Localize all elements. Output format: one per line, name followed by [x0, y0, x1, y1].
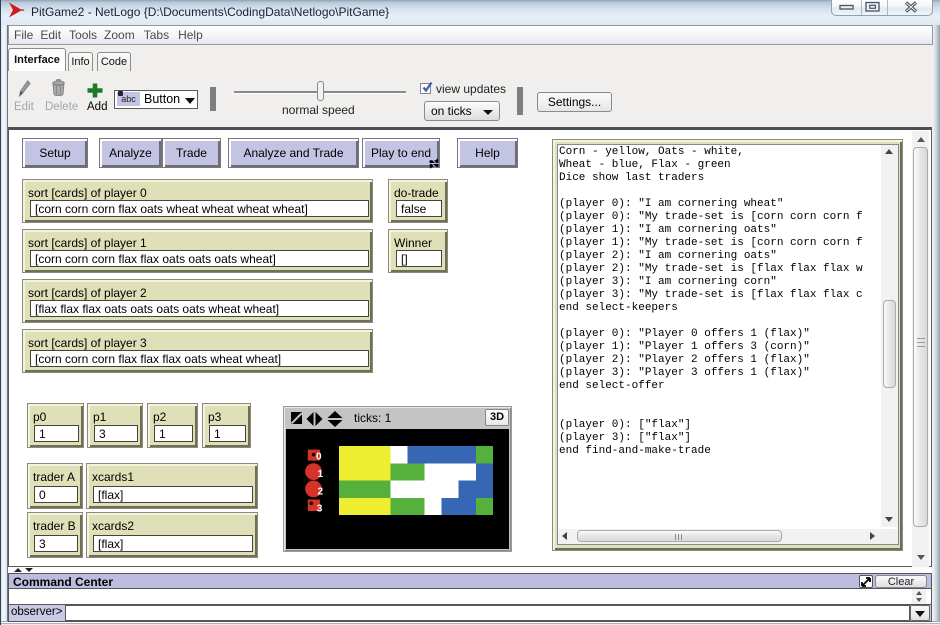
svg-text:0: 0 — [316, 452, 322, 463]
svg-text:3: 3 — [317, 504, 323, 515]
svg-text:2: 2 — [318, 486, 324, 497]
svg-text:1: 1 — [318, 469, 324, 480]
